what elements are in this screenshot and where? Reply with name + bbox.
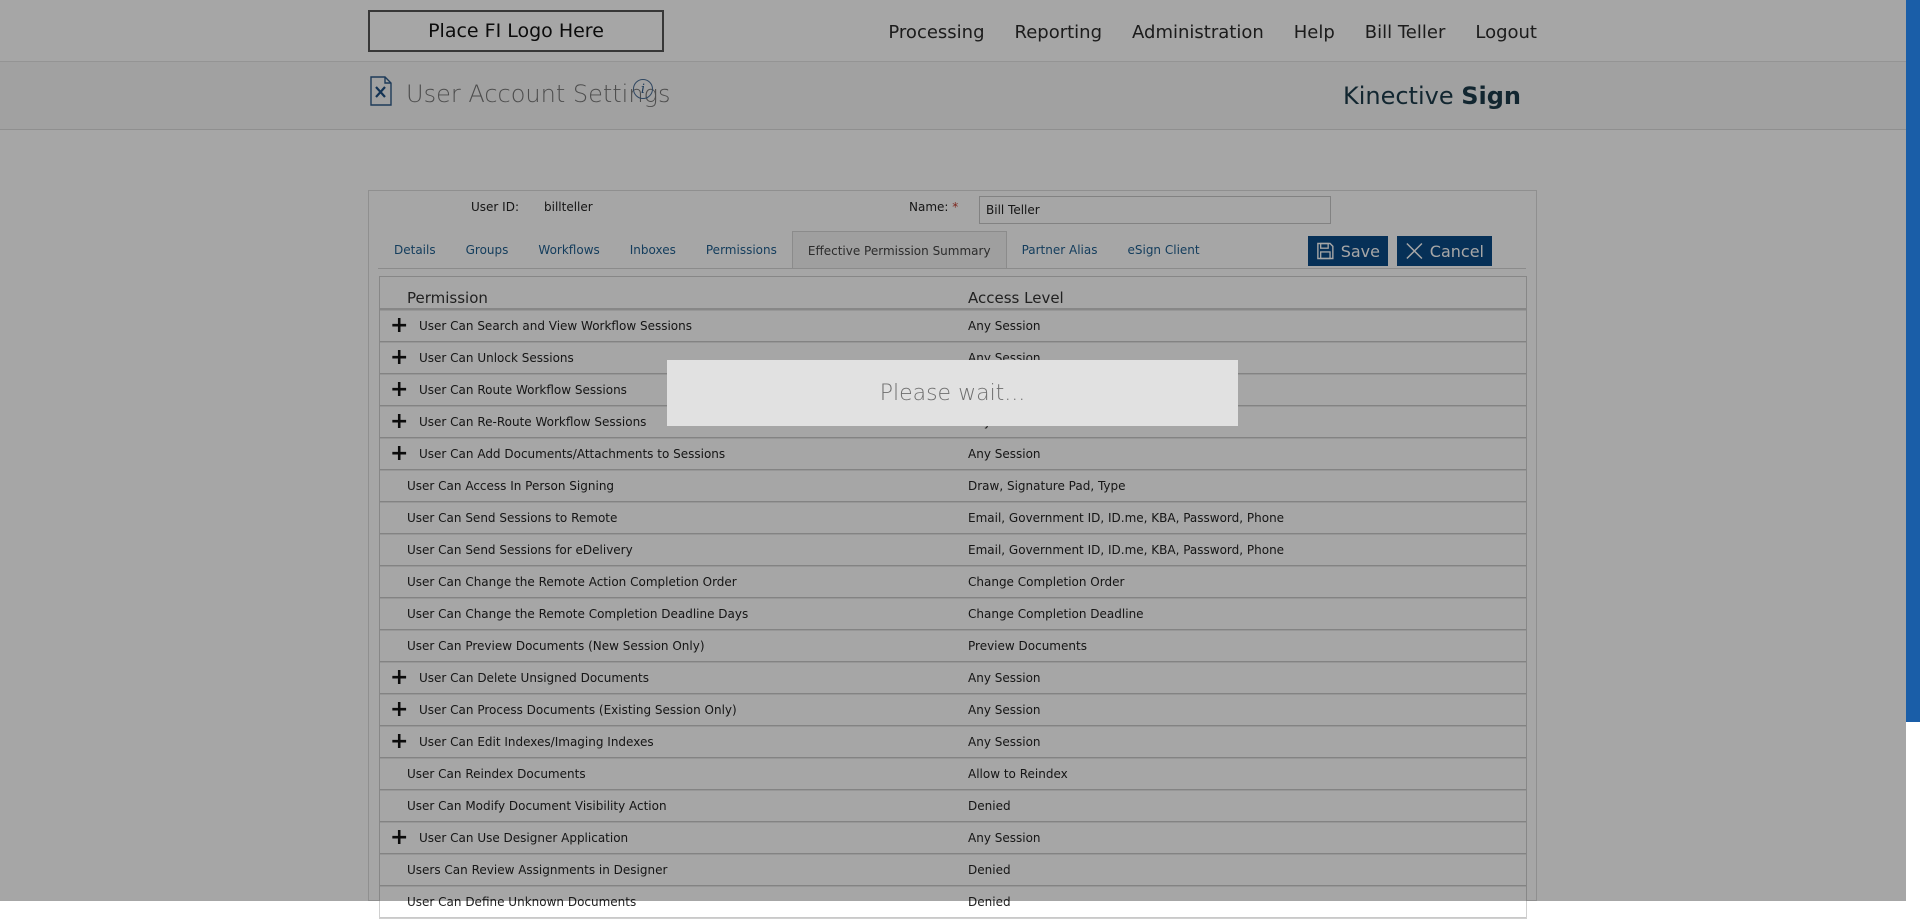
please-wait-dialog: Please wait... [667, 360, 1238, 426]
loading-overlay [0, 0, 1906, 901]
scrollbar-thumb[interactable] [1906, 0, 1920, 722]
